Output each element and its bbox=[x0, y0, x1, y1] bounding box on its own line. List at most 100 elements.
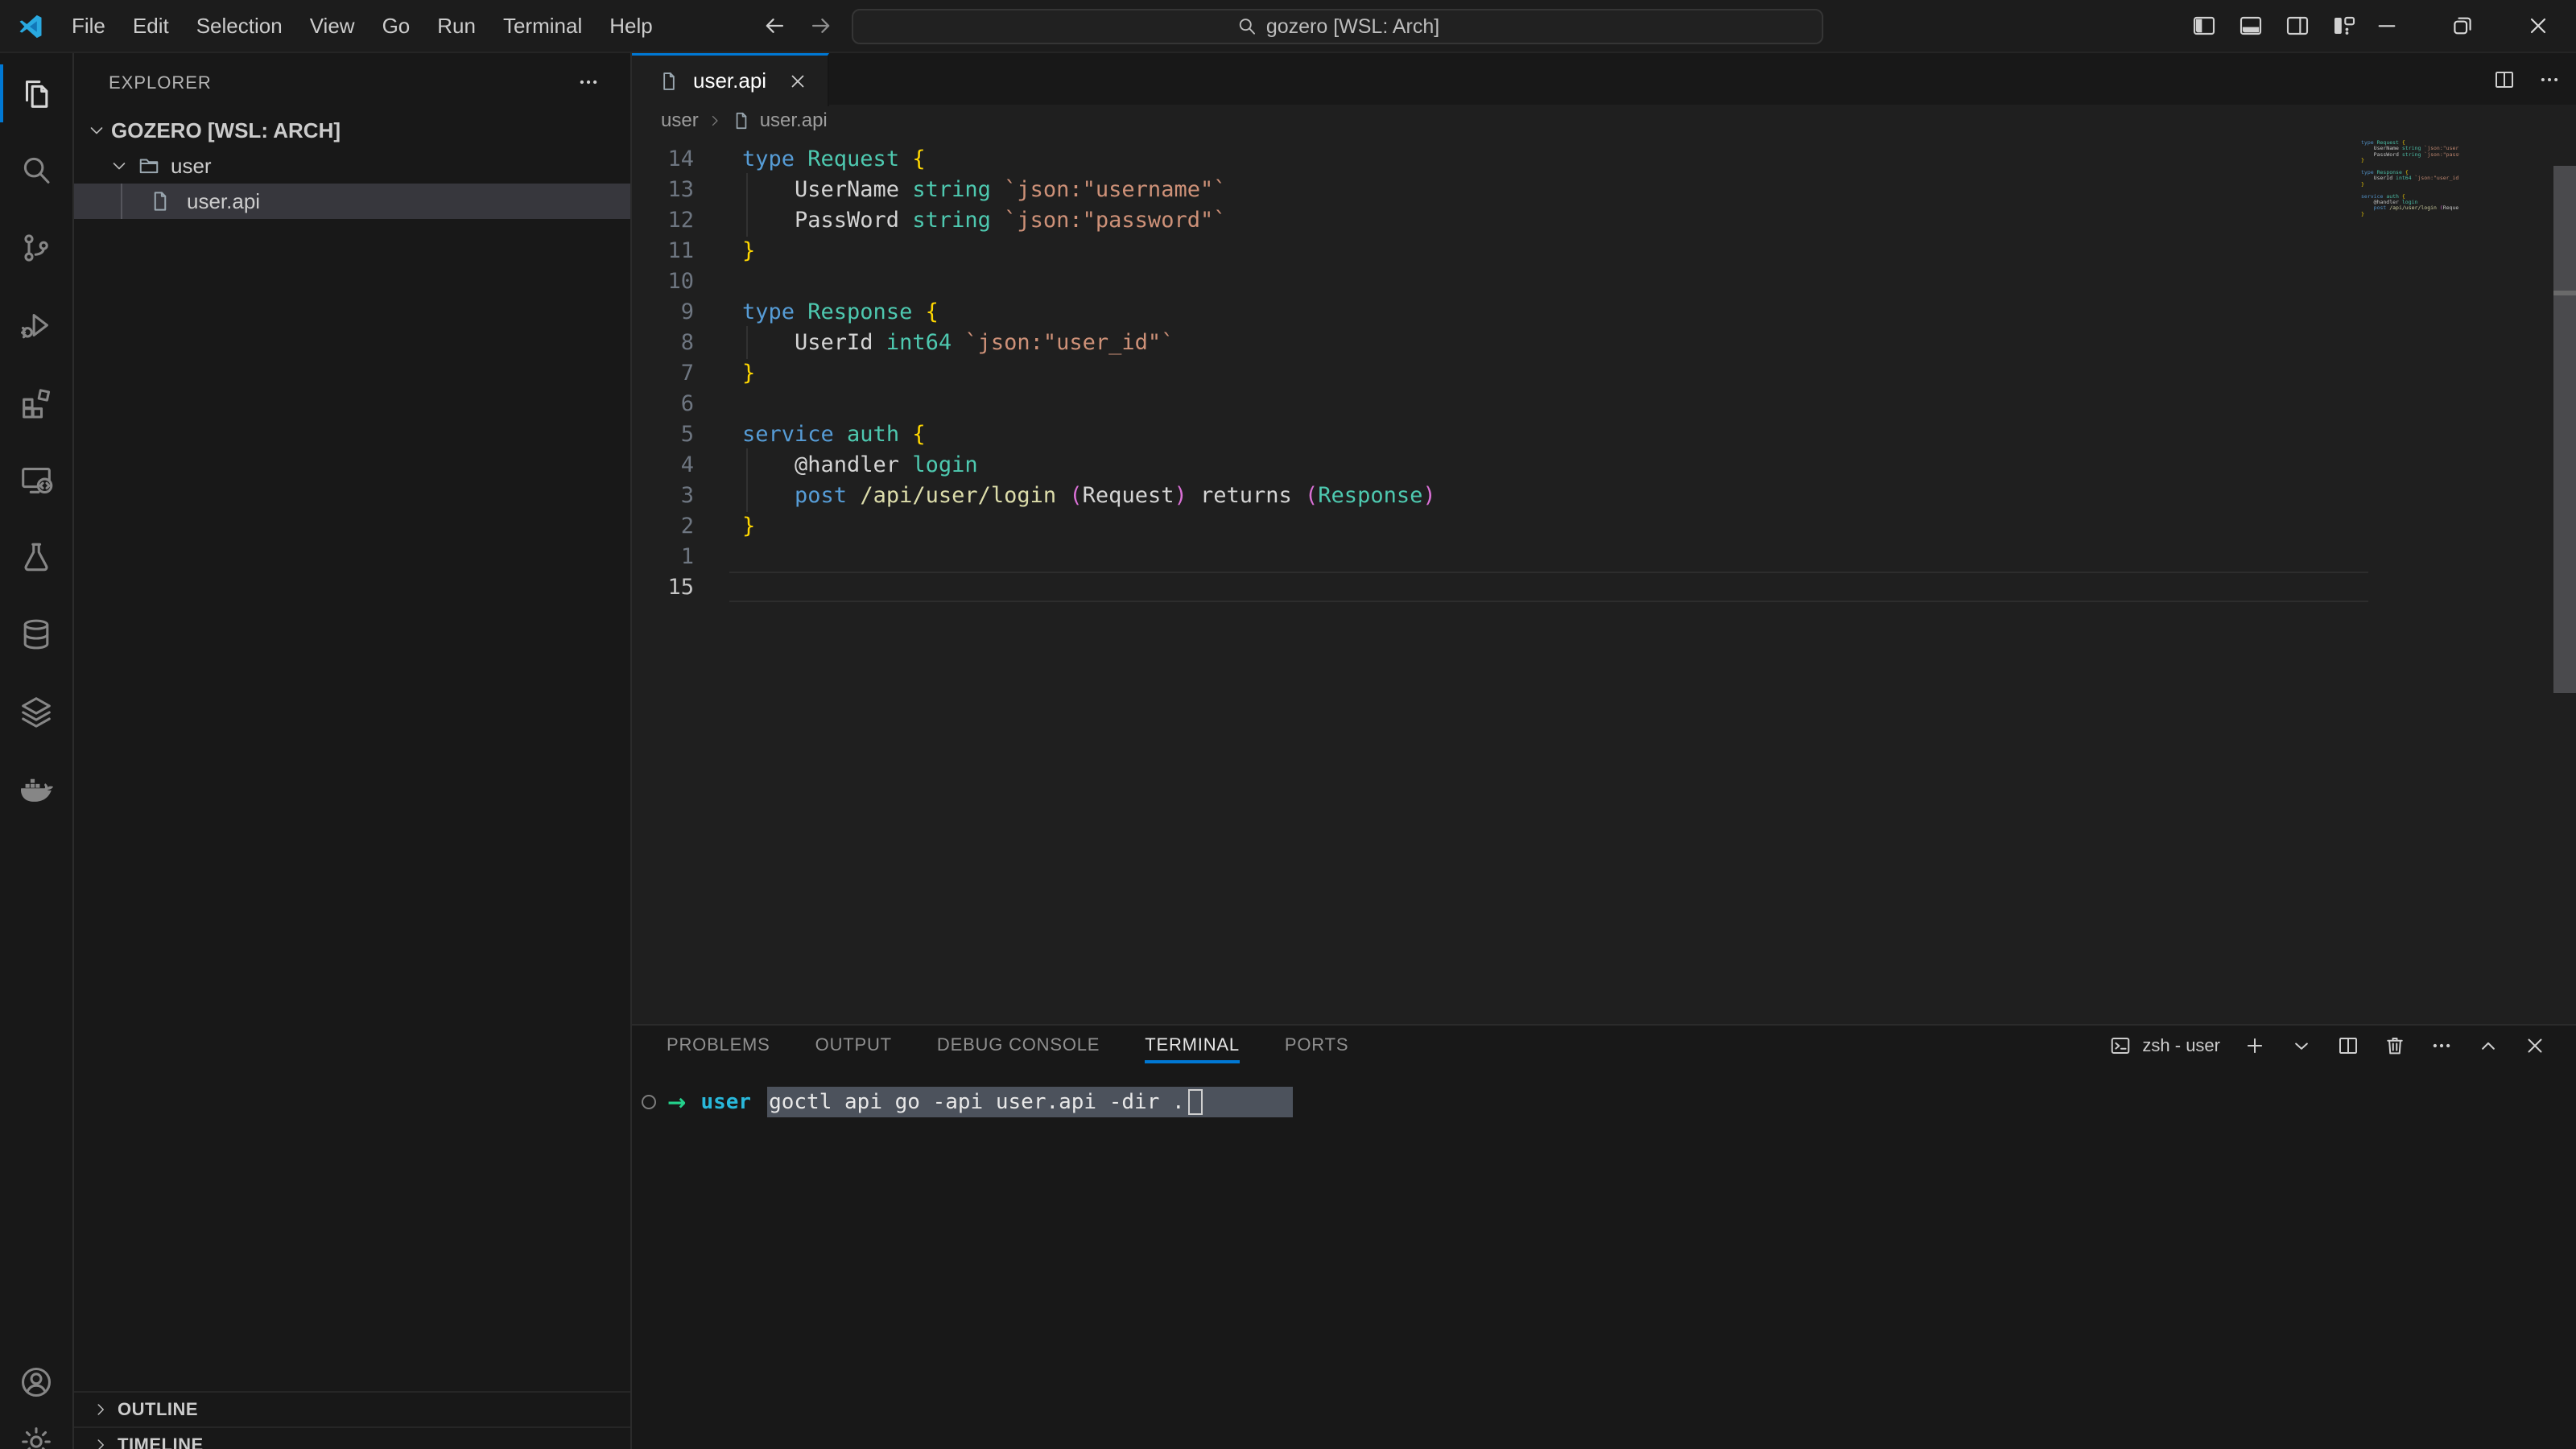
line-number[interactable]: 2 bbox=[632, 514, 694, 539]
tree-file-user-api[interactable]: user.api bbox=[74, 184, 630, 219]
minimize-button[interactable] bbox=[2349, 0, 2425, 52]
menu-edit[interactable]: Edit bbox=[119, 0, 183, 52]
panel-split-button[interactable] bbox=[2336, 1034, 2360, 1058]
activity-extensions-icon[interactable] bbox=[17, 383, 56, 422]
line-text[interactable]: } bbox=[742, 514, 755, 539]
minimap[interactable]: type Request { UserName string `json:"us… bbox=[2361, 140, 2459, 229]
line-number[interactable]: 3 bbox=[632, 483, 694, 508]
line-number[interactable]: 10 bbox=[632, 269, 694, 294]
code-line-15[interactable]: 15 bbox=[632, 572, 2576, 602]
panel-chevron-down-sm-button[interactable] bbox=[2289, 1034, 2314, 1058]
menu-view[interactable]: View bbox=[296, 0, 369, 52]
close-icon[interactable] bbox=[787, 71, 808, 92]
breadcrumb-folder[interactable]: user bbox=[661, 109, 699, 132]
line-text[interactable]: type Request { bbox=[742, 147, 926, 171]
menu-run[interactable]: Run bbox=[423, 0, 489, 52]
code-line-4[interactable]: 4 @handler login bbox=[632, 449, 2576, 480]
views-more-icon[interactable] bbox=[574, 68, 603, 97]
panel-tab-problems[interactable]: PROBLEMS bbox=[667, 1028, 770, 1063]
terminal-instance[interactable]: zsh - user bbox=[2108, 1034, 2220, 1058]
panel-plus-button[interactable] bbox=[2243, 1034, 2267, 1058]
code-line-5[interactable]: 5 service auth { bbox=[632, 419, 2576, 449]
forward-arrow-icon[interactable] bbox=[803, 8, 839, 43]
line-number[interactable]: 12 bbox=[632, 208, 694, 233]
line-text[interactable]: UserName string `json:"username"` bbox=[742, 177, 1226, 202]
code-line-12[interactable]: 12 PassWord string `json:"password"` bbox=[632, 204, 2576, 235]
command-center[interactable]: gozero [WSL: Arch] bbox=[852, 9, 1823, 44]
panel-ellipsis-button[interactable] bbox=[2429, 1034, 2454, 1058]
menu-selection[interactable]: Selection bbox=[183, 0, 296, 52]
line-number[interactable]: 8 bbox=[632, 330, 694, 355]
breadcrumb[interactable]: user user.api bbox=[632, 106, 2576, 135]
line-text[interactable]: post /api/user/login (Request) returns (… bbox=[742, 483, 1436, 508]
panel-right-toggle-button[interactable] bbox=[2281, 10, 2314, 42]
menu-help[interactable]: Help bbox=[596, 0, 666, 52]
code-line-9[interactable]: 9 type Response { bbox=[632, 296, 2576, 327]
activity-testing-icon[interactable] bbox=[17, 538, 56, 576]
line-number[interactable]: 4 bbox=[632, 452, 694, 477]
code-line-2[interactable]: 2} bbox=[632, 510, 2576, 541]
terminal-prompt-line[interactable]: → user goctl api go -api user.api -dir . bbox=[642, 1087, 1293, 1117]
panel-left-toggle-button[interactable] bbox=[2188, 10, 2220, 42]
breadcrumb-file[interactable]: user.api bbox=[760, 109, 828, 132]
line-text[interactable]: type Response { bbox=[742, 299, 939, 324]
line-text[interactable]: service auth { bbox=[742, 422, 926, 447]
line-number[interactable]: 6 bbox=[632, 391, 694, 416]
more-actions-icon[interactable] bbox=[2537, 68, 2562, 92]
code-line-3[interactable]: 3 post /api/user/login (Request) returns… bbox=[632, 480, 2576, 510]
line-number[interactable]: 5 bbox=[632, 422, 694, 447]
activity-gear-icon[interactable] bbox=[17, 1422, 56, 1449]
split-editor-icon[interactable] bbox=[2492, 68, 2516, 92]
activity-search-icon[interactable] bbox=[17, 151, 56, 190]
panel-tab-ports[interactable]: PORTS bbox=[1285, 1028, 1348, 1063]
activity-debug-icon[interactable] bbox=[17, 306, 56, 345]
panel-chevron-up-sm-button[interactable] bbox=[2476, 1034, 2500, 1058]
line-text[interactable]: } bbox=[742, 361, 755, 386]
activity-docker-icon[interactable] bbox=[17, 770, 56, 808]
line-number[interactable]: 14 bbox=[632, 147, 694, 171]
back-arrow-icon[interactable] bbox=[757, 8, 792, 43]
code-line-8[interactable]: 8 UserId int64 `json:"user_id"` bbox=[632, 327, 2576, 357]
panel-tab-output[interactable]: OUTPUT bbox=[815, 1028, 892, 1063]
editor-scrollbar[interactable] bbox=[2553, 166, 2576, 693]
activity-source-control-icon[interactable] bbox=[17, 229, 56, 267]
code-line-14[interactable]: 14 type Request { bbox=[632, 143, 2576, 174]
line-number[interactable]: 13 bbox=[632, 177, 694, 202]
code-editor[interactable]: 14type Request {13 UserName string `json… bbox=[632, 135, 2576, 1024]
code-line-10[interactable]: 10 bbox=[632, 266, 2576, 296]
panel-tab-terminal[interactable]: TERMINAL bbox=[1145, 1028, 1240, 1063]
line-number[interactable]: 7 bbox=[632, 361, 694, 386]
restore-button[interactable] bbox=[2425, 0, 2500, 52]
line-text[interactable]: @handler login bbox=[742, 452, 978, 477]
line-text[interactable]: PassWord string `json:"password"` bbox=[742, 208, 1226, 233]
activity-database-icon[interactable] bbox=[17, 615, 56, 654]
activity-files-icon[interactable] bbox=[17, 74, 56, 113]
menu-terminal[interactable]: Terminal bbox=[489, 0, 596, 52]
line-number[interactable]: 11 bbox=[632, 238, 694, 263]
section-outline[interactable]: OUTLINE bbox=[74, 1391, 630, 1426]
line-text[interactable]: } bbox=[742, 238, 755, 263]
line-number[interactable]: 1 bbox=[632, 544, 694, 569]
line-number[interactable]: 15 bbox=[632, 575, 694, 600]
close-button[interactable] bbox=[2500, 0, 2576, 52]
activity-remote-icon[interactable] bbox=[17, 460, 56, 499]
panel-tab-debug-console[interactable]: DEBUG CONSOLE bbox=[937, 1028, 1100, 1063]
menu-go[interactable]: Go bbox=[369, 0, 424, 52]
line-text[interactable]: UserId int64 `json:"user_id"` bbox=[742, 330, 1174, 355]
code-line-7[interactable]: 7} bbox=[632, 357, 2576, 388]
code-line-6[interactable]: 6 bbox=[632, 388, 2576, 419]
panel-trash-button[interactable] bbox=[2383, 1034, 2407, 1058]
line-number[interactable]: 9 bbox=[632, 299, 694, 324]
code-line-1[interactable]: 1 bbox=[632, 541, 2576, 572]
tree-root-folder[interactable]: GOZERO [WSL: ARCH] bbox=[74, 113, 630, 148]
menu-file[interactable]: File bbox=[58, 0, 119, 52]
panel-close-sm-button[interactable] bbox=[2523, 1034, 2547, 1058]
tab-user-api[interactable]: user.api bbox=[632, 53, 829, 106]
tree-folder-user[interactable]: user bbox=[74, 148, 630, 184]
activity-layers-icon[interactable] bbox=[17, 692, 56, 731]
activity-account-icon[interactable] bbox=[17, 1363, 56, 1402]
section-timeline[interactable]: TIMELINE bbox=[74, 1426, 630, 1449]
code-line-11[interactable]: 11} bbox=[632, 235, 2576, 266]
code-line-13[interactable]: 13 UserName string `json:"username"` bbox=[632, 174, 2576, 204]
panel-bottom-toggle-button[interactable] bbox=[2235, 10, 2267, 42]
